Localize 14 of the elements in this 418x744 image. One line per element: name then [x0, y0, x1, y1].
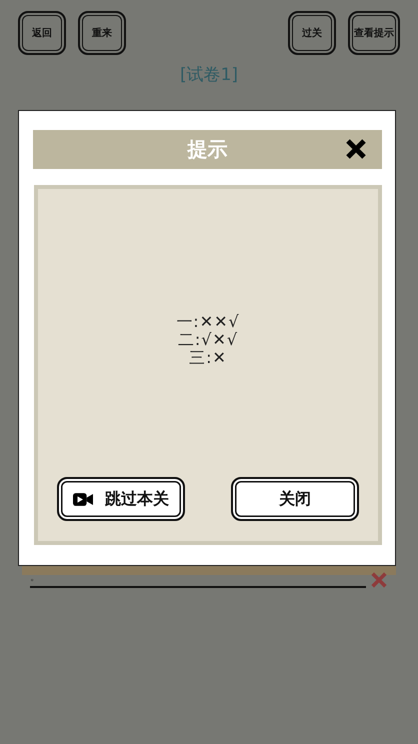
close-icon[interactable] [344, 137, 368, 161]
toolbar-button[interactable]: 重来 [78, 11, 126, 55]
fill-in-line[interactable]: 。 [30, 572, 366, 588]
toolbar-button[interactable]: 查看提示 [348, 11, 400, 55]
dialog-button[interactable]: 关闭 [231, 477, 359, 521]
dialog-button[interactable]: 跳过本关 [57, 477, 185, 521]
hint-text: 二:√✕√ [178, 331, 238, 349]
toolbar-button[interactable]: 过关 [288, 11, 336, 55]
video-camera-icon [73, 492, 93, 506]
dialog-title: 提示 [188, 136, 228, 163]
hint-text: 三:✕ [189, 349, 227, 367]
toolbar-button[interactable]: 返回 [18, 11, 66, 55]
paper-title: [试卷1] [178, 64, 240, 86]
hint-text: 一:✕✕√ [176, 313, 240, 331]
